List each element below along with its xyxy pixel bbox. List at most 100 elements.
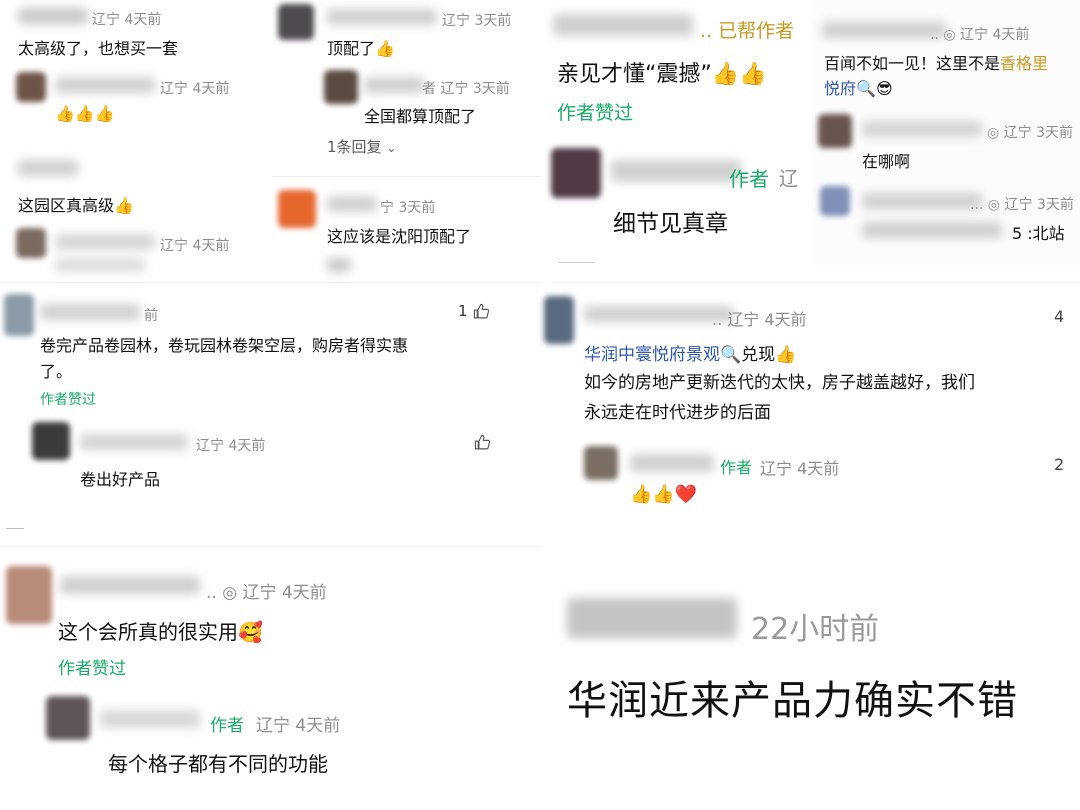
username: [862, 121, 982, 137]
comment-text: 悦府🔍😎: [824, 79, 893, 98]
comment-text: 了。: [40, 362, 73, 381]
like-icon: [474, 434, 491, 451]
comment-meta: 宁 3天前: [380, 200, 436, 216]
emoji-reaction: 👍👍❤️: [630, 484, 698, 505]
emoji-reaction: 👍👍👍: [55, 104, 115, 123]
comment-text: 百闻不如一见！这里不是香格里: [824, 54, 1049, 73]
comment-text: 卷出好产品: [80, 470, 161, 489]
like-button[interactable]: 1: [458, 302, 490, 320]
comment-text: 每个格子都有不同的功能: [108, 752, 328, 776]
username: [55, 234, 155, 250]
avatar: [6, 566, 52, 624]
username: [100, 710, 200, 728]
username: [553, 14, 693, 36]
comment-text: 华润近来产品力确实不错: [567, 678, 1018, 724]
comment-text: 太高级了，也想买一套: [18, 39, 179, 58]
divider: [272, 176, 540, 177]
author-tag: 作者: [720, 458, 753, 477]
author-liked-label: 作者赞过: [40, 392, 96, 408]
chevron-down-icon: ⌄: [386, 141, 397, 155]
username: [327, 9, 437, 25]
comment-meta: 辽宁 4天前: [160, 238, 230, 254]
comment-text: 永远走在时代进步的后面: [584, 403, 771, 423]
author-tag: 作者: [210, 716, 244, 736]
comment-text: 华润中寰悦府景观🔍兑现👍: [584, 345, 797, 365]
comment-text: 这个会所真的很实用🥰: [58, 620, 263, 644]
username: [567, 598, 737, 638]
comment-meta: 前: [144, 308, 158, 324]
panel-5: .. 已帮作者 亲见才懂“震撼”👍👍 作者赞过 作者 辽 细节见真章: [545, 0, 810, 265]
avatar: [584, 446, 618, 480]
avatar: [32, 422, 70, 460]
comment-meta: 辽宁 4天前: [760, 459, 840, 478]
username: [18, 160, 78, 176]
comment-text: 如今的房地产更新迭代的太快，房子越盖越好，我们: [584, 373, 975, 393]
avatar: [278, 190, 316, 228]
comment-meta: 22小时前: [751, 612, 880, 647]
comment-text: 5 :北站: [1012, 224, 1065, 243]
blurred-text: [55, 258, 145, 272]
divider: [0, 546, 540, 547]
username: [327, 196, 377, 212]
panel-6: .. ◎ 辽宁 4天前 百闻不如一见！这里不是香格里 悦府🔍😎 ◎ 辽宁 3天前…: [812, 0, 1080, 265]
divider: [6, 528, 24, 529]
comment-tag: .. 已帮作者: [700, 20, 795, 42]
more-replies-label: 1条回复: [327, 138, 382, 156]
comment-text: 细节见真章: [613, 211, 728, 237]
username: [862, 193, 982, 209]
username: [60, 576, 200, 594]
username: [18, 8, 88, 24]
like-icon: [473, 303, 490, 320]
avatar: [818, 114, 852, 148]
comment-meta: ◎ 辽宁 3天前: [987, 125, 1074, 141]
like-button[interactable]: [474, 434, 491, 451]
comment-meta: 辽宁 3天前: [442, 13, 512, 29]
like-count: 1: [458, 302, 468, 320]
comment-text: 亲见才懂“震撼”👍👍: [557, 62, 767, 87]
blurred-text: [327, 258, 351, 272]
panel-8: 22小时前 华润近来产品力确实不错: [545, 560, 1080, 810]
like-count[interactable]: 2: [1054, 455, 1064, 474]
username: [822, 22, 946, 38]
avatar: [551, 148, 601, 198]
panel-1: 辽宁 4天前 太高级了，也想买一套 辽宁 4天前 👍👍👍 这园区真高级👍 辽宁 …: [0, 0, 270, 280]
blurred-text: [862, 222, 1002, 238]
comment-text: 在哪啊: [862, 152, 911, 171]
author-liked-label: 作者赞过: [58, 659, 126, 679]
username: [55, 77, 155, 93]
comment-meta: 辽宁 4天前: [160, 81, 230, 97]
avatar: [820, 186, 850, 216]
topic-link[interactable]: 华润中寰悦府景观: [584, 345, 720, 365]
author-liked-label: 作者赞过: [557, 102, 634, 124]
comment-meta: 辽: [779, 168, 799, 190]
avatar: [16, 228, 46, 258]
divider: [559, 262, 595, 263]
comment-meta: ... ◎ 辽宁 3天前: [970, 197, 1074, 213]
username: [40, 304, 140, 320]
username: [80, 434, 188, 450]
avatar: [46, 696, 90, 740]
comment-meta: 辽宁 4天前: [196, 438, 266, 454]
panel-4: .. ◎ 辽宁 4天前 这个会所真的很实用🥰 作者赞过 作者 辽宁 4天前 每个…: [0, 546, 540, 810]
username: [364, 77, 424, 93]
comment-meta: .. 辽宁 4天前: [712, 310, 807, 329]
comment-text: 顶配了👍: [327, 39, 395, 58]
author-tag: 作者: [729, 167, 769, 191]
divider: [550, 282, 1080, 283]
avatar: [544, 296, 574, 344]
divider: [0, 282, 540, 283]
avatar: [16, 72, 46, 102]
panel-7: .. 辽宁 4天前 4 华润中寰悦府景观🔍兑现👍 如今的房地产更新迭代的太快，房…: [540, 282, 1080, 522]
comment-text: 这园区真高级👍: [18, 196, 134, 215]
comment-text: 这应该是沈阳顶配了: [327, 227, 472, 246]
comment-meta: 辽宁 4天前: [92, 12, 162, 28]
username: [611, 160, 741, 182]
panel-2: 辽宁 3天前 顶配了👍 者 辽宁 3天前 全国都算顶配了 1条回复 ⌄ 宁 3天…: [272, 0, 540, 280]
comment-meta: .. ◎ 辽宁 4天前: [206, 583, 327, 603]
comment-text: 卷完产品卷园林，卷玩园林卷架空层，购房者得实惠: [40, 336, 409, 355]
avatar: [278, 4, 314, 40]
comment-meta: .. ◎ 辽宁 4天前: [930, 27, 1030, 43]
more-replies-link[interactable]: 1条回复 ⌄: [327, 136, 396, 157]
like-count[interactable]: 4: [1054, 307, 1064, 326]
panel-3: 前 1 卷完产品卷园林，卷玩园林卷架空层，购房者得实惠 了。 作者赞过 辽宁 4…: [0, 282, 540, 532]
